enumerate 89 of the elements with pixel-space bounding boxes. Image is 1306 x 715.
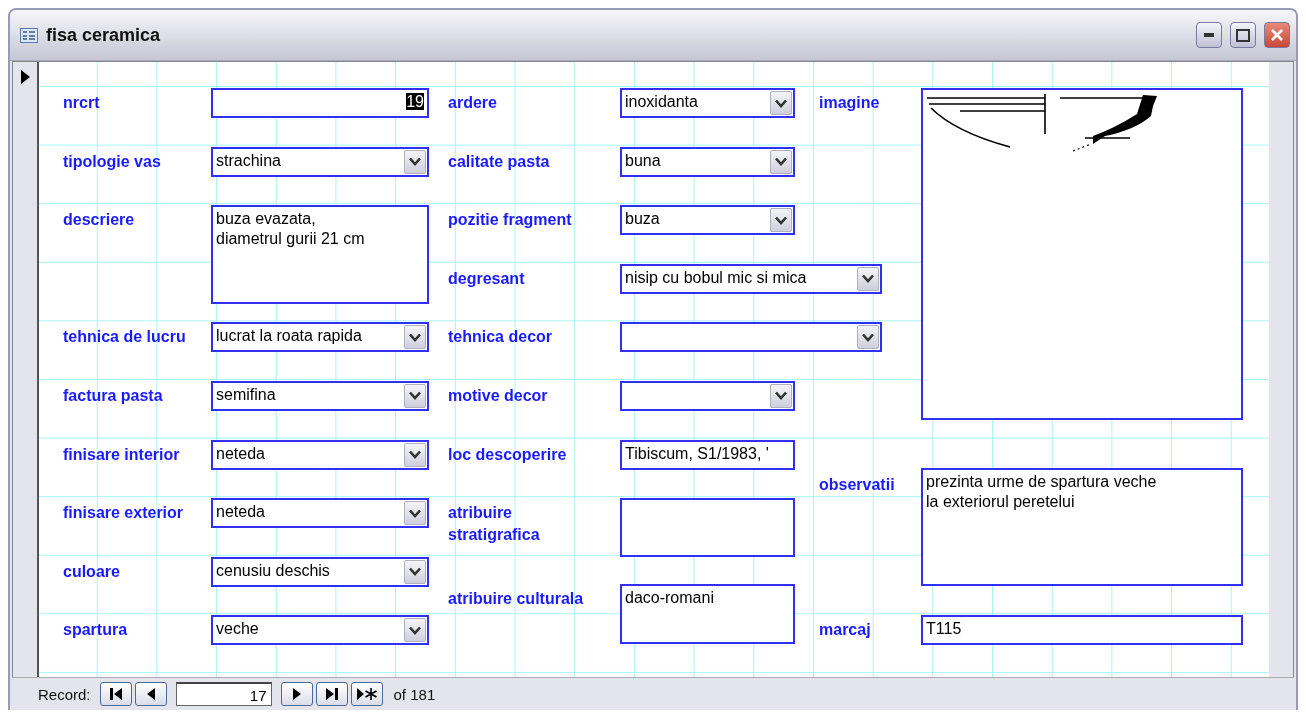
close-button[interactable]	[1264, 22, 1290, 48]
dropdown-button[interactable]	[857, 325, 879, 350]
chevron-down-icon	[775, 215, 787, 225]
chevron-down-icon	[775, 98, 787, 108]
dropdown-button[interactable]	[404, 559, 426, 584]
memo-field[interactable]: prezinta urme de spartura veche la exteriorul peretelui	[921, 467, 1243, 586]
chevron-down-icon	[862, 274, 874, 284]
dropdown-field[interactable]: neteda	[211, 439, 429, 470]
chevron-down-icon	[409, 625, 421, 635]
current-record-icon	[20, 70, 30, 84]
chevron-down-icon	[409, 391, 421, 401]
new-record-icon	[355, 687, 378, 701]
dropdown-button[interactable]	[404, 383, 426, 408]
record-number-field[interactable]: 17	[175, 682, 272, 706]
window-title: fisa ceramica	[46, 24, 162, 46]
form-icon	[20, 27, 38, 43]
maximize-icon	[1236, 28, 1250, 42]
first-record-button[interactable]	[99, 682, 132, 706]
new-record-button[interactable]	[350, 682, 383, 706]
record-total: of 181	[393, 685, 436, 703]
field-label: finisare exterior	[63, 503, 184, 524]
dropdown-button[interactable]	[770, 91, 792, 115]
dropdown-field[interactable]: veche	[211, 615, 429, 646]
dropdown-field[interactable]: inoxidanta	[620, 88, 795, 118]
field-label: tehnica decor	[448, 327, 553, 348]
field-label: finisare interior	[63, 444, 180, 465]
field-label: motive decor	[448, 385, 548, 406]
field-label: culoare	[63, 561, 120, 582]
field-label: tehnica de lucru	[63, 327, 186, 348]
field-label: ardere	[448, 93, 497, 113]
field-label: factura pasta	[63, 385, 163, 406]
chevron-down-icon	[409, 332, 421, 342]
dropdown-field[interactable]	[620, 322, 882, 353]
input-field[interactable]: T115	[921, 615, 1243, 646]
chevron-down-icon	[409, 450, 421, 460]
dropdown-button[interactable]	[857, 266, 879, 291]
memo-field[interactable]: buza evazata, diametrul gurii 21 cm	[211, 205, 429, 305]
chevron-down-icon	[775, 157, 787, 167]
dropdown-button[interactable]	[404, 325, 426, 350]
field-label: loc descoperire	[448, 444, 567, 465]
first-icon	[108, 688, 123, 700]
input-field[interactable]: Tibiscum, S1/1983, '	[620, 439, 795, 470]
memo-field[interactable]: daco-romani	[620, 583, 795, 644]
chevron-down-icon	[409, 508, 421, 518]
field-label: degresant	[448, 268, 525, 289]
memo-field[interactable]	[620, 498, 795, 557]
dropdown-button[interactable]	[404, 149, 426, 174]
chevron-down-icon	[409, 567, 421, 577]
dropdown-button[interactable]	[404, 618, 426, 643]
record-label: Record:	[38, 685, 91, 703]
dropdown-field[interactable]: cenusiu deschis	[211, 556, 429, 587]
dropdown-button[interactable]	[404, 501, 426, 526]
last-record-button[interactable]	[315, 682, 348, 706]
previous-icon	[146, 688, 155, 700]
last-icon	[324, 688, 339, 700]
dropdown-field[interactable]: lucrat la roata rapida	[211, 322, 429, 353]
dropdown-field[interactable]: semifina	[211, 380, 429, 411]
close-icon	[1270, 28, 1284, 42]
maximize-button[interactable]	[1230, 22, 1256, 48]
field-label: descriere	[63, 210, 135, 231]
field-label: spartura	[63, 620, 128, 641]
dropdown-button[interactable]	[770, 149, 792, 174]
field-label: imagine	[819, 93, 880, 113]
field-label: calitate pasta	[448, 151, 550, 172]
next-icon	[292, 688, 301, 700]
input-field[interactable]: 19	[211, 88, 429, 118]
minimize-button[interactable]	[1196, 22, 1222, 48]
field-label: pozitie fragment	[448, 210, 572, 231]
field-label: tipologie vas	[63, 151, 161, 172]
field-label: marcaj	[819, 620, 871, 641]
dropdown-button[interactable]	[770, 208, 792, 233]
dropdown-button[interactable]	[404, 442, 426, 467]
chevron-down-icon	[862, 332, 874, 342]
dropdown-field[interactable]: buza	[620, 205, 795, 236]
next-record-button[interactable]	[280, 682, 313, 706]
chevron-down-icon	[409, 157, 421, 167]
dropdown-button[interactable]	[770, 383, 792, 408]
dropdown-field[interactable]: nisip cu bobul mic si mica	[620, 263, 882, 294]
field-label: atribuire stratigrafica	[448, 503, 541, 546]
dropdown-field[interactable]: buna	[620, 146, 795, 177]
dropdown-field[interactable]	[620, 380, 795, 411]
dropdown-field[interactable]: strachina	[211, 146, 429, 177]
field-label: atribuire culturala	[448, 588, 584, 609]
previous-record-button[interactable]	[134, 682, 167, 706]
chevron-down-icon	[775, 391, 787, 401]
field-label: nrcrt	[63, 93, 100, 113]
dropdown-field[interactable]: neteda	[211, 498, 429, 529]
minimize-icon	[1204, 33, 1214, 37]
field-label: observatii	[819, 474, 895, 495]
